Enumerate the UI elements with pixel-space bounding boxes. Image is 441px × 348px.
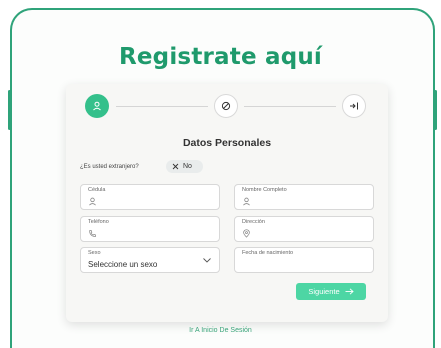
step-connector bbox=[244, 106, 336, 107]
phone-icon bbox=[89, 229, 97, 237]
right-accent-bar bbox=[434, 90, 437, 130]
fecha-nacimiento-label: Fecha de nacimiento bbox=[242, 250, 294, 256]
section-title: Datos Personales bbox=[182, 137, 272, 149]
registration-card: Datos Personales ¿Es usted extranjero? N… bbox=[66, 84, 388, 322]
left-accent-bar bbox=[8, 90, 11, 130]
step-2[interactable] bbox=[214, 94, 238, 118]
blocked-icon bbox=[221, 101, 231, 111]
nombre-completo-label: Nombre Completo bbox=[242, 187, 287, 193]
foreign-question-label: ¿Es usted extranjero? bbox=[80, 164, 139, 170]
step-connector bbox=[116, 106, 208, 107]
sexo-label: Sexo bbox=[88, 250, 101, 256]
location-pin-icon bbox=[243, 229, 250, 238]
login-arrow-icon bbox=[350, 102, 358, 110]
arrow-right-icon bbox=[345, 288, 354, 295]
nombre-completo-field[interactable]: Nombre Completo bbox=[234, 184, 374, 210]
next-button-label: Siguiente bbox=[308, 287, 340, 296]
chevron-down-icon bbox=[203, 258, 211, 263]
user-icon bbox=[89, 197, 96, 206]
login-link[interactable]: Ir A Inicio De Sesión bbox=[0, 327, 441, 334]
cedula-field[interactable]: Cédula bbox=[80, 184, 220, 210]
step-3[interactable] bbox=[342, 94, 366, 118]
direccion-label: Dirección bbox=[242, 219, 265, 225]
page-title: Registrate aquí bbox=[118, 44, 323, 70]
direccion-field[interactable]: Dirección bbox=[234, 216, 374, 242]
next-button[interactable]: Siguiente bbox=[296, 283, 366, 300]
step-1-personal[interactable] bbox=[85, 94, 109, 118]
user-icon bbox=[93, 101, 101, 111]
telefono-field[interactable]: Teléfono bbox=[80, 216, 220, 242]
sexo-selected-value: Seleccione un sexo bbox=[88, 260, 158, 269]
foreign-toggle[interactable]: No bbox=[166, 160, 203, 173]
telefono-label: Teléfono bbox=[88, 219, 109, 225]
fecha-nacimiento-field[interactable]: Fecha de nacimiento bbox=[234, 247, 374, 273]
close-icon bbox=[172, 163, 179, 170]
sexo-select[interactable]: Sexo Seleccione un sexo bbox=[80, 247, 220, 273]
user-icon bbox=[243, 197, 250, 206]
cedula-label: Cédula bbox=[88, 187, 106, 193]
foreign-toggle-value: No bbox=[183, 163, 192, 170]
